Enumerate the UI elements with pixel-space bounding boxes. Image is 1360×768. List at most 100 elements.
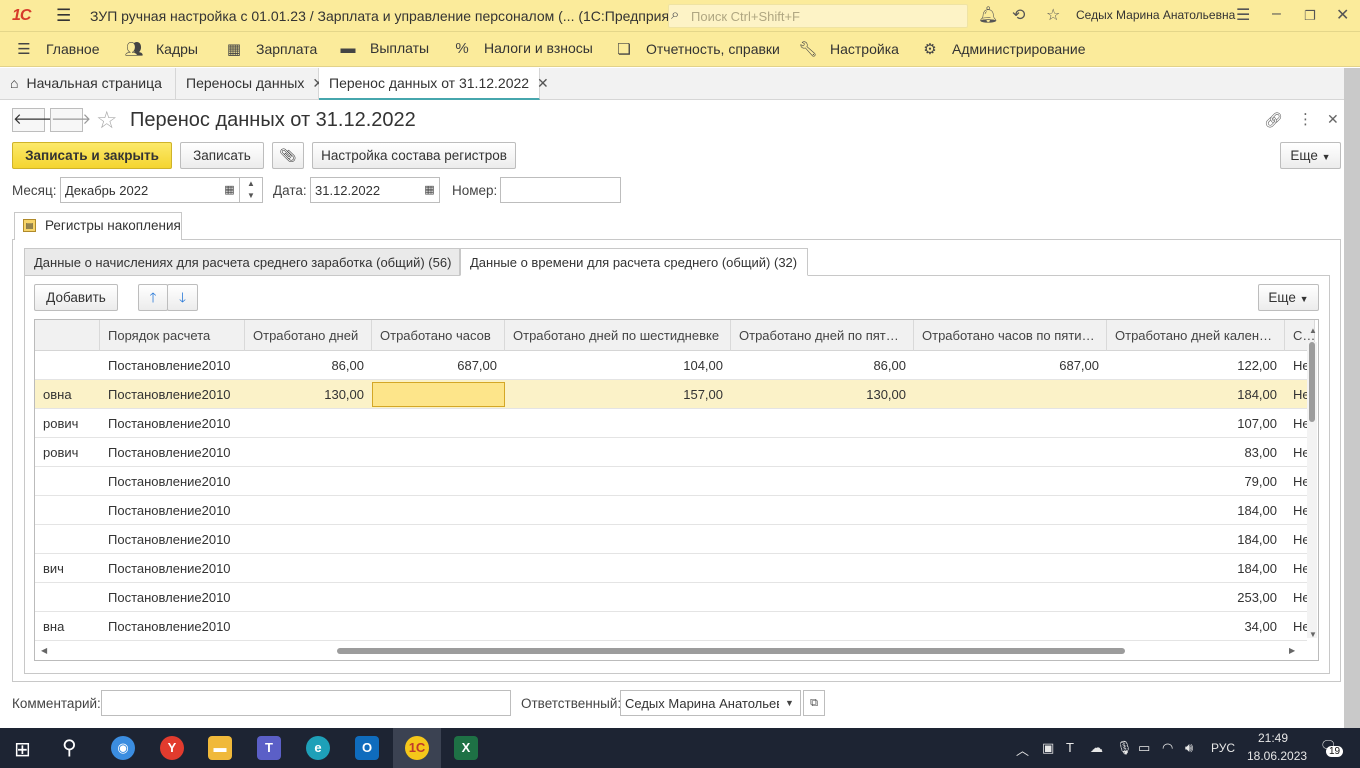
table-cell[interactable] xyxy=(731,612,914,641)
tab-accumulation-registers[interactable]: ▤ Регистры накопления xyxy=(14,212,182,240)
table-cell[interactable] xyxy=(914,525,1107,554)
menu-item-payments[interactable]: ▬ Выплаты xyxy=(338,40,430,57)
table-cell[interactable] xyxy=(372,382,505,407)
table-cell[interactable] xyxy=(35,351,100,380)
tray-app-icon[interactable]: ▣ xyxy=(1042,740,1054,756)
move-up-button[interactable]: 🡑 xyxy=(138,284,168,311)
tab-home[interactable]: ⌂ Начальная страница xyxy=(0,68,176,100)
table-cell[interactable]: Постановление2010 xyxy=(100,496,245,525)
data-table[interactable]: Порядок расчета Отработано дней Отработано… xyxy=(34,319,1319,661)
table-cell[interactable] xyxy=(245,496,372,525)
minimize-icon[interactable]: – xyxy=(1272,5,1281,23)
forward-button[interactable]: 🡒 xyxy=(50,108,91,132)
star-icon[interactable]: ☆ xyxy=(1046,5,1060,25)
user-name[interactable]: Седых Марина Анатольевна xyxy=(1076,8,1235,22)
table-cell[interactable]: 687,00 xyxy=(914,351,1107,380)
link-icon[interactable]: 🔗︎ xyxy=(1264,111,1283,129)
table-row[interactable]: Постановление2010 184,00 Не xyxy=(35,525,1310,554)
close-tab-icon[interactable]: ✕ xyxy=(537,75,549,91)
tab-transfer-document[interactable]: Перенос данных от 31.12.2022 ✕ xyxy=(319,68,549,100)
close-window-icon[interactable]: ✕ xyxy=(1336,5,1349,25)
table-cell[interactable] xyxy=(35,496,100,525)
number-field[interactable] xyxy=(500,177,621,203)
table-cell[interactable] xyxy=(245,409,372,438)
column-header[interactable]: Отработано часов по пятидневке xyxy=(914,320,1107,351)
open-icon[interactable]: ⧉ xyxy=(803,690,825,716)
table-cell[interactable] xyxy=(245,467,372,496)
month-field[interactable]: Декабрь 2022 xyxy=(60,177,221,203)
registers-setup-button[interactable]: Настройка состава регистров xyxy=(312,142,516,169)
settings-menu-icon[interactable]: ☰ xyxy=(1236,5,1250,25)
tab-time-data[interactable]: Данные о времени для расчета среднего (о… xyxy=(460,248,808,276)
search-input[interactable]: ⌕ Поиск Ctrl+Shift+F xyxy=(668,4,968,28)
table-cell[interactable]: 86,00 xyxy=(731,351,914,380)
battery-icon[interactable]: ▭ xyxy=(1138,740,1150,756)
microphone-icon[interactable]: 🎙︎ xyxy=(1116,740,1133,756)
column-header[interactable]: Отработано дней по пятидневке xyxy=(731,320,914,351)
table-cell[interactable] xyxy=(372,525,505,554)
table-row[interactable]: Постановление2010 86,00 687,00 104,00 86,00 6… xyxy=(35,351,1310,380)
table-cell[interactable] xyxy=(245,438,372,467)
table-cell[interactable] xyxy=(372,612,505,641)
table-cell[interactable] xyxy=(505,496,731,525)
table-cell[interactable] xyxy=(914,554,1107,583)
favorite-star-icon[interactable]: ☆ xyxy=(96,106,118,135)
table-cell[interactable]: 184,00 xyxy=(1107,496,1285,525)
table-cell[interactable] xyxy=(35,467,100,496)
back-button[interactable]: 🡐 xyxy=(12,108,53,132)
table-cell[interactable] xyxy=(35,583,100,612)
add-button[interactable]: Добавить xyxy=(34,284,118,311)
table-cell[interactable]: 687,00 xyxy=(372,351,505,380)
clock-date[interactable]: 18.06.2023 xyxy=(1247,749,1307,763)
table-row[interactable]: рович Постановление2010 83,00 Не xyxy=(35,438,1310,467)
wifi-icon[interactable]: ◠ xyxy=(1162,740,1173,756)
more-button[interactable]: Еще ▼ xyxy=(1280,142,1341,169)
grid-more-button[interactable]: Еще ▼ xyxy=(1258,284,1319,311)
table-cell[interactable]: 253,00 xyxy=(1107,583,1285,612)
table-row[interactable]: овна Постановление2010 130,00 157,00 130,00 1… xyxy=(35,380,1310,409)
table-cell[interactable]: Постановление2010 xyxy=(100,583,245,612)
table-cell[interactable] xyxy=(245,525,372,554)
table-cell[interactable]: 79,00 xyxy=(1107,467,1285,496)
scroll-left-icon[interactable]: ◀ xyxy=(41,646,47,655)
scroll-thumb[interactable] xyxy=(337,648,1125,654)
windows-start-icon[interactable]: ⊞ xyxy=(14,737,31,762)
table-cell[interactable] xyxy=(914,380,1107,409)
clock-time[interactable]: 21:49 xyxy=(1258,731,1288,745)
excel-icon[interactable]: X xyxy=(454,736,478,760)
table-cell[interactable] xyxy=(914,409,1107,438)
table-cell[interactable]: рович xyxy=(35,438,100,467)
table-cell[interactable] xyxy=(505,438,731,467)
table-cell[interactable]: Постановление2010 xyxy=(100,438,245,467)
table-row[interactable]: вич Постановление2010 184,00 Не xyxy=(35,554,1310,583)
table-cell[interactable] xyxy=(505,554,731,583)
table-cell[interactable] xyxy=(245,583,372,612)
calendar-icon[interactable]: ▦ xyxy=(220,177,240,203)
table-cell[interactable] xyxy=(914,467,1107,496)
table-cell[interactable]: 86,00 xyxy=(245,351,372,380)
column-header[interactable] xyxy=(35,320,100,351)
attach-button[interactable]: 📎︎ xyxy=(272,142,304,169)
volume-icon[interactable]: 🔊︎ xyxy=(1185,740,1193,756)
column-header[interactable]: Отработано дней xyxy=(245,320,372,351)
comment-field[interactable] xyxy=(101,690,511,716)
table-cell[interactable] xyxy=(914,496,1107,525)
table-cell[interactable]: Постановление2010 xyxy=(100,409,245,438)
dropdown-arrow-icon[interactable]: ▼ xyxy=(779,690,801,716)
scroll-right-icon[interactable]: ▶ xyxy=(1289,646,1295,655)
menu-item-settings[interactable]: 🔧︎ Настройка xyxy=(798,40,898,58)
date-field[interactable]: 31.12.2022 xyxy=(310,177,421,203)
table-row[interactable]: Постановление2010 79,00 Не xyxy=(35,467,1310,496)
tab-transfers[interactable]: Переносы данных✕ xyxy=(176,68,324,100)
table-cell[interactable]: Постановление2010 xyxy=(100,612,245,641)
table-cell[interactable] xyxy=(505,583,731,612)
table-cell[interactable]: Постановление2010 xyxy=(100,380,245,409)
menu-item-hr[interactable]: 👥︎ Кадры xyxy=(124,40,198,58)
menu-item-taxes[interactable]: % Налоги и взносы xyxy=(452,40,593,57)
table-cell[interactable] xyxy=(731,467,914,496)
table-cell[interactable] xyxy=(731,496,914,525)
table-cell[interactable] xyxy=(372,583,505,612)
table-cell[interactable]: 184,00 xyxy=(1107,380,1285,409)
menu-item-salary[interactable]: ▦ Зарплата xyxy=(224,40,317,58)
move-down-button[interactable]: 🡓 xyxy=(167,284,198,311)
